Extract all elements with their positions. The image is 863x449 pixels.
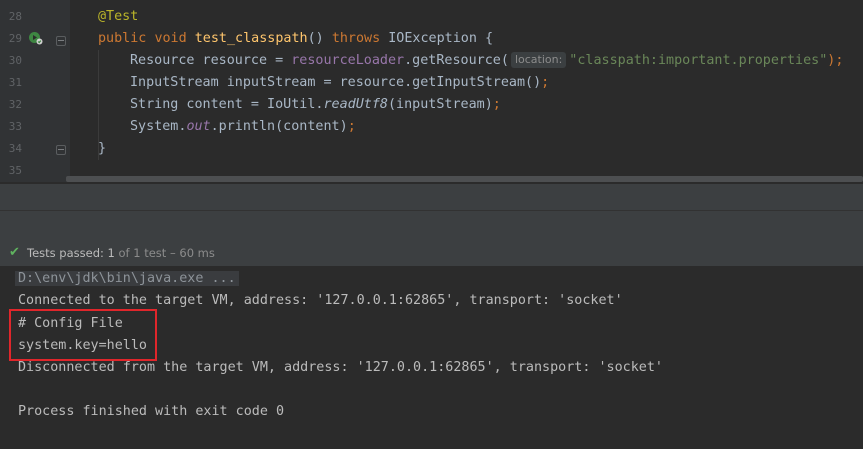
code-token: InputStream inputStream = resource.getIn… (130, 75, 542, 90)
code-token: System. (130, 119, 187, 134)
code-token: test_classpath (194, 31, 308, 46)
code-token: } (98, 141, 107, 156)
code-token: resourceLoader (291, 53, 405, 68)
indent-guide (98, 50, 99, 160)
highlight-box (9, 309, 157, 361)
line-number[interactable]: 34 (0, 138, 22, 160)
line-number[interactable]: 29 (0, 28, 22, 50)
line-number[interactable]: 33 (0, 116, 22, 138)
code-editor[interactable]: 28 @Test 29 public void test_classpath() th… (0, 0, 863, 182)
test-passed-count: 1 (107, 246, 115, 260)
code-token: Resource resource = (130, 53, 292, 68)
code-token: ; (492, 97, 501, 112)
code-line: 34} (0, 138, 863, 160)
code-line: 30 Resource resource = resourceLoader.get… (0, 50, 863, 72)
code-token: "classpath:important.properties" (569, 53, 828, 68)
code-token: throws (331, 31, 381, 46)
code-text[interactable]: String content = IoUtil.readUtf8(inputSt… (130, 94, 501, 116)
splitter-bar[interactable] (0, 182, 863, 210)
fold-marker-icon[interactable] (56, 145, 66, 155)
code-text[interactable]: System.out.println(content); (130, 116, 356, 138)
code-text[interactable]: InputStream inputStream = resource.getIn… (130, 72, 549, 94)
code-token: () (307, 31, 332, 46)
code-line: 28 @Test (0, 6, 863, 28)
code-token: ; (347, 119, 356, 134)
code-token: readUtf8 (323, 97, 388, 112)
check-icon: ✔ (9, 245, 20, 260)
code-token: ); (827, 53, 844, 68)
code-text[interactable]: public void test_classpath() throws IOEx… (98, 28, 493, 50)
tool-window-header (0, 210, 863, 240)
code-token: out (186, 119, 211, 134)
code-token: (inputStream) (387, 97, 493, 112)
test-status-bar: ✔ Tests passed: 1 of 1 test – 60 ms (0, 240, 863, 266)
code-token: String content = IoUtil. (130, 97, 324, 112)
parameter-hint: location: (510, 52, 567, 68)
code-line: 29 public void test_classpath() throws IO… (0, 28, 863, 50)
console-line: D:\env\jdk\bin\java.exe ... (15, 268, 239, 290)
code-token: IOException { (380, 31, 494, 46)
code-token: ; (541, 75, 550, 90)
command-line-chip[interactable]: D:\env\jdk\bin\java.exe ... (15, 271, 239, 286)
code-line: 33 System.out.println(content); (0, 116, 863, 138)
line-number[interactable]: 32 (0, 94, 22, 116)
code-token: .getResource( (404, 53, 509, 68)
code-token: public (98, 31, 147, 46)
fold-marker-icon[interactable] (56, 36, 66, 46)
code-line: 32 String content = IoUtil.readUtf8(input… (0, 94, 863, 116)
line-number[interactable]: 30 (0, 50, 22, 72)
line-number[interactable]: 31 (0, 72, 22, 94)
run-test-icon[interactable] (28, 30, 44, 46)
code-token: .println(content) (210, 119, 348, 134)
code-text[interactable]: @Test (98, 6, 138, 28)
test-status-text: Tests passed: 1 of 1 test – 60 ms (27, 240, 215, 266)
line-number[interactable]: 28 (0, 6, 22, 28)
code-token: @Test (98, 9, 139, 24)
code-line: 31 InputStream inputStream = resource.get… (0, 72, 863, 94)
test-status-label: Tests passed: (27, 246, 108, 260)
code-token: void (154, 31, 187, 46)
console-line: Process finished with exit code 0 (18, 404, 285, 419)
code-text[interactable]: } (98, 138, 106, 160)
code-text[interactable]: Resource resource = resourceLoader.getRe… (130, 50, 843, 72)
line-number[interactable]: 35 (0, 160, 22, 182)
test-status-detail: of 1 test – 60 ms (114, 246, 215, 260)
